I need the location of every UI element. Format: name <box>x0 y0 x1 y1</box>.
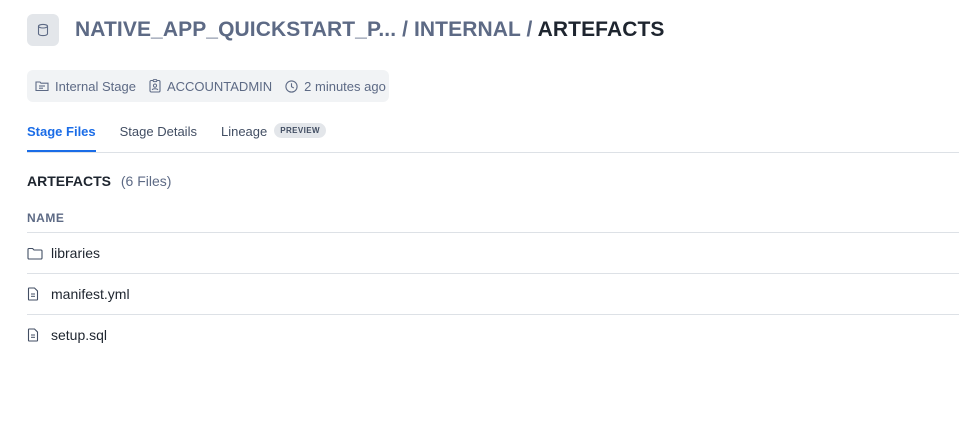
stage-icon <box>35 81 49 92</box>
file-name: libraries <box>51 245 101 261</box>
stage-updated: 2 minutes ago <box>285 79 386 94</box>
file-icon <box>27 328 43 342</box>
breadcrumb: NATIVE_APP_QUICKSTART_P... / INTERNAL / … <box>75 18 665 42</box>
clock-icon <box>285 79 298 93</box>
stage-detail-page: NATIVE_APP_QUICKSTART_P... / INTERNAL / … <box>0 0 959 427</box>
stage-meta-bar: Internal Stage ACCOUNTADMIN 2 minutes ag… <box>27 70 389 102</box>
tab-label: Stage Details <box>119 124 197 139</box>
breadcrumb-separator: / <box>526 18 533 41</box>
breadcrumb-separator: / <box>402 18 409 41</box>
table-row[interactable]: setup.sql <box>27 315 959 355</box>
column-header-label: NAME <box>27 211 65 225</box>
stage-updated-label: 2 minutes ago <box>304 78 386 94</box>
breadcrumb-database[interactable]: NATIVE_APP_QUICKSTART_P... <box>75 18 396 41</box>
page-title: ARTEFACTS <box>537 18 665 41</box>
file-icon <box>27 287 43 301</box>
owner-badge-icon <box>149 79 161 93</box>
stage-type-label: Internal Stage <box>55 78 136 94</box>
page-header: NATIVE_APP_QUICKSTART_P... / INTERNAL / … <box>27 14 665 46</box>
file-name: manifest.yml <box>51 286 130 302</box>
folder-icon <box>27 247 43 260</box>
table-row[interactable]: manifest.yml <box>27 274 959 315</box>
tab-label: Stage Files <box>27 124 96 139</box>
tab-label: Lineage <box>220 124 268 139</box>
section-name: ARTEFACTS <box>27 173 111 189</box>
file-name: setup.sql <box>51 327 108 343</box>
breadcrumb-schema[interactable]: INTERNAL <box>414 18 521 41</box>
stage-owner: ACCOUNTADMIN <box>149 79 272 94</box>
stage-owner-label: ACCOUNTADMIN <box>166 78 273 94</box>
column-header-name[interactable]: NAME <box>27 204 959 233</box>
stage-type: Internal Stage <box>35 79 136 94</box>
tab-stage-details[interactable]: Stage Details <box>120 118 197 145</box>
file-count: (6 Files) <box>120 173 172 189</box>
section-title: ARTEFACTS (6 Files) <box>27 173 171 189</box>
files-table: NAME libraries manifest.yml setup.sql <box>27 204 959 355</box>
database-icon <box>27 14 59 46</box>
table-row[interactable]: libraries <box>27 233 959 274</box>
tab-stage-files[interactable]: Stage Files <box>27 118 96 152</box>
tab-bar: Stage Files Stage Details Lineage PREVIE… <box>27 118 959 153</box>
tab-lineage[interactable]: Lineage PREVIEW <box>221 118 326 145</box>
preview-badge: PREVIEW <box>274 123 326 138</box>
